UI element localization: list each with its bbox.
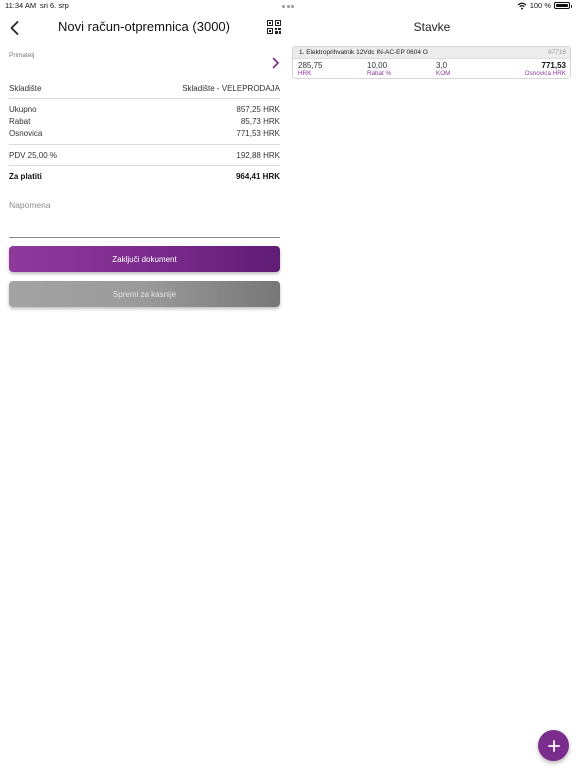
list-item[interactable]: 1. Elektroprihvatnik 12Vdc IN-AC-EP 0604…: [292, 46, 571, 79]
qr-code-icon: [267, 20, 281, 34]
item-discount: 10,00: [367, 61, 388, 70]
vat-label: PDV 25,00 %: [9, 151, 58, 160]
qr-scan-button[interactable]: [267, 20, 281, 34]
plus-icon: [547, 739, 560, 752]
item-header: 1. Elektroprihvatnik 12Vdc IN-AC-EP 0604…: [293, 47, 570, 59]
items-pane: Stavke 1. Elektroprihvatnik 12Vdc IN-AC-…: [288, 0, 576, 768]
item-quantity-cell: 3,0 KOM: [436, 61, 450, 78]
note-input[interactable]: Napomena: [9, 200, 51, 210]
finish-document-button[interactable]: Zaključi dokument: [9, 246, 280, 272]
note-input-underline: [9, 237, 280, 238]
item-code: 97716: [547, 49, 566, 56]
total-value: 857,25 HRK: [236, 105, 280, 114]
item-base: 771,53: [541, 61, 566, 70]
warehouse-value: Skladište - VELEPRODAJA: [182, 84, 280, 93]
item-discount-label: Rabat %: [367, 70, 392, 77]
divider: [9, 165, 280, 166]
base-label: Osnovica: [9, 129, 43, 138]
vat-row: PDV 25,00 % 192,88 HRK: [9, 151, 280, 160]
item-price-cell: 285,75 HRK: [298, 61, 322, 78]
item-price: 285,75: [298, 61, 323, 70]
item-values: 285,75 HRK 10,00 Rabat % 3,0 KOM 771,53 …: [293, 59, 570, 78]
warehouse-row[interactable]: Skladište Skladište - VELEPRODAJA: [9, 84, 280, 93]
to-pay-label: Za platiti: [9, 172, 42, 181]
item-discount-cell: 10,00 Rabat %: [367, 61, 391, 78]
back-button[interactable]: [6, 20, 22, 36]
divider: [9, 144, 280, 145]
item-quantity-unit: KOM: [436, 70, 451, 77]
discount-label: Rabat: [9, 117, 31, 126]
save-for-later-button[interactable]: Spremi za kasnije: [9, 281, 280, 307]
item-base-label: Osnovica HRK: [524, 70, 566, 77]
item-quantity: 3,0: [436, 61, 448, 70]
item-price-label: HRK: [298, 70, 312, 77]
items-title: Stavke: [413, 20, 451, 34]
total-label: Ukupno: [9, 105, 37, 114]
to-pay-value: 964,41 HRK: [235, 172, 280, 181]
warehouse-label: Skladište: [9, 84, 42, 93]
base-value: 771,53 HRK: [236, 129, 280, 138]
divider: [9, 98, 280, 99]
recipient-label[interactable]: Primatelj: [9, 52, 34, 59]
discount-row: Rabat 85,73 HRK: [9, 117, 280, 126]
to-pay-row: Za platiti 964,41 HRK: [9, 172, 280, 181]
add-item-button[interactable]: [538, 730, 569, 761]
recipient-select-button[interactable]: [271, 56, 281, 69]
item-base-cell: 771,53 Osnovica HRK: [525, 61, 566, 78]
vat-value: 192,88 HRK: [236, 151, 280, 160]
chevron-right-icon: [272, 57, 279, 69]
chevron-left-icon: [10, 21, 18, 35]
total-row: Ukupno 857,25 HRK: [9, 105, 280, 114]
discount-value: 85,73 HRK: [240, 117, 280, 126]
base-row: Osnovica 771,53 HRK: [9, 129, 280, 138]
page-title: Novi račun-otpremnica (3000): [58, 19, 230, 34]
item-name: 1. Elektroprihvatnik 12Vdc IN-AC-EP 0604…: [299, 49, 428, 56]
document-pane: Novi račun-otpremnica (3000) Primatelj S…: [0, 0, 288, 768]
